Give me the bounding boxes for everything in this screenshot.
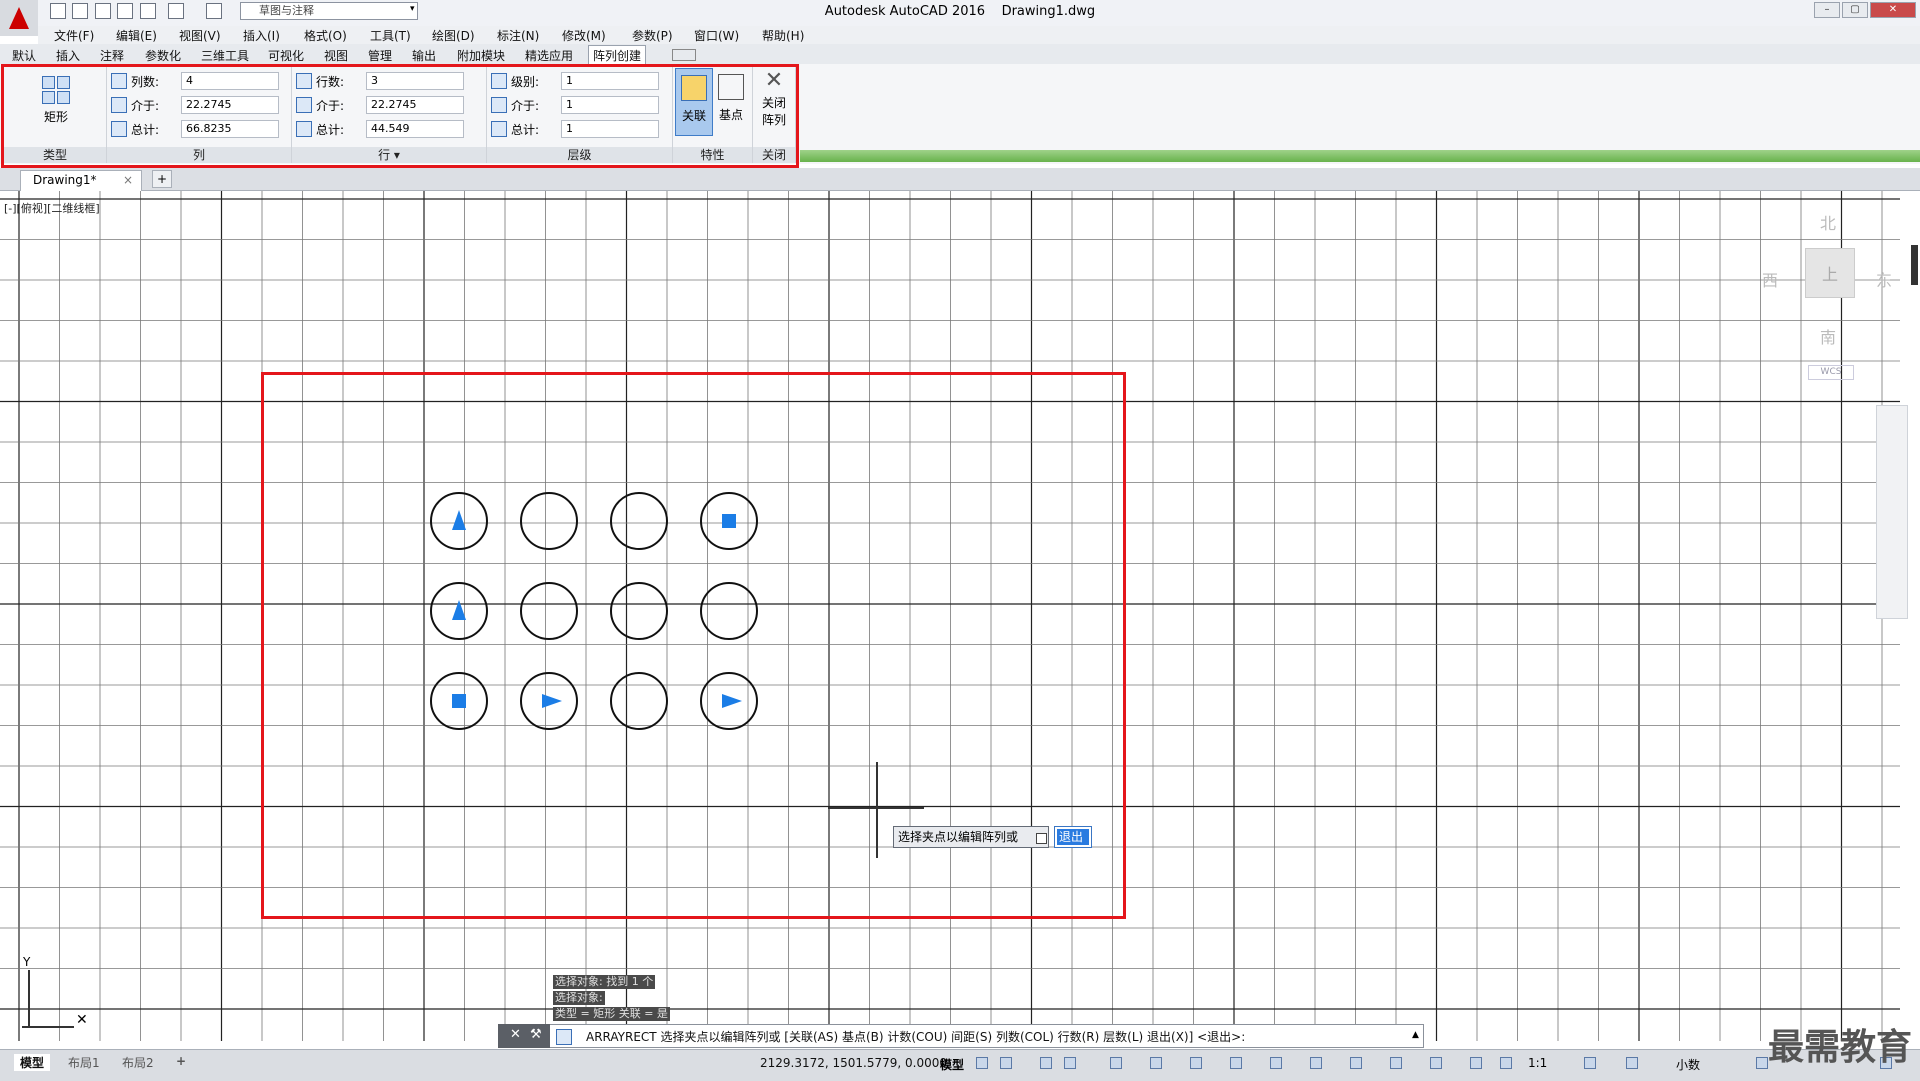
- prompt-options-dropdown-icon[interactable]: [1036, 833, 1047, 844]
- menu-help[interactable]: 帮助(H): [762, 27, 804, 44]
- menu-parametric[interactable]: 参数(P): [632, 27, 673, 44]
- annotation-monitor-icon[interactable]: [1626, 1057, 1638, 1069]
- lineweight-toggle-icon[interactable]: [1190, 1057, 1202, 1069]
- menu-bar: 文件(F) 编辑(E) 视图(V) 插入(I) 格式(O) 工具(T) 绘图(D…: [38, 26, 1920, 44]
- transparency-toggle-icon[interactable]: [1230, 1057, 1242, 1069]
- menu-insert[interactable]: 插入(I): [243, 27, 280, 44]
- wcs-menu[interactable]: WCS: [1808, 365, 1854, 380]
- tab-array-creation[interactable]: 阵列创建: [588, 45, 647, 65]
- command-history-line: 选择对象:: [553, 991, 605, 1005]
- osnap-toggle-icon[interactable]: [1110, 1057, 1122, 1069]
- tab-output[interactable]: 输出: [412, 47, 436, 64]
- tab-manage[interactable]: 管理: [368, 47, 392, 64]
- workspace-switching-icon[interactable]: [1584, 1057, 1596, 1069]
- ucs-y-axis: [28, 970, 30, 1028]
- command-line-text[interactable]: ARRAYRECT 选择夹点以编辑阵列或 [关联(AS) 基点(B) 计数(CO…: [586, 1028, 1245, 1045]
- ribbon-background-strip: [800, 150, 1920, 162]
- menu-file[interactable]: 文件(F): [54, 27, 94, 44]
- ucs-y-label: Y: [23, 955, 31, 969]
- cursor-coordinates: 2129.3172, 1501.5779, 0.0000: [760, 1056, 948, 1070]
- tab-view[interactable]: 视图: [324, 47, 348, 64]
- command-history-toggle-icon[interactable]: ▲: [1412, 1030, 1419, 1040]
- tab-addins[interactable]: 附加模块: [457, 47, 505, 64]
- close-window-button[interactable]: ✕: [1870, 2, 1916, 18]
- restore-button[interactable]: ▢: [1842, 2, 1868, 18]
- document-tab-bar: Drawing1* × +: [0, 168, 1920, 191]
- arrayrect-command-icon: [556, 1029, 572, 1045]
- menu-dimension[interactable]: 标注(N): [497, 27, 539, 44]
- annotation-visibility-icon[interactable]: [1470, 1057, 1482, 1069]
- auto-scale-icon[interactable]: [1500, 1057, 1512, 1069]
- snap-toggle-icon[interactable]: [1000, 1057, 1012, 1069]
- window-title: Autodesk AutoCAD 2016 Drawing1.dwg: [0, 4, 1920, 19]
- viewcube-east[interactable]: 东: [1876, 267, 1892, 291]
- crosshair-vertical: [876, 762, 878, 858]
- menu-edit[interactable]: 编辑(E): [116, 27, 157, 44]
- viewcube-north[interactable]: 北: [1820, 210, 1836, 234]
- minimize-button[interactable]: –: [1814, 2, 1840, 18]
- quick-properties-icon[interactable]: [1756, 1057, 1768, 1069]
- menu-window[interactable]: 窗口(W): [694, 27, 739, 44]
- layout-tab-2[interactable]: 布局2: [122, 1054, 154, 1071]
- menu-modify[interactable]: 修改(M): [562, 27, 606, 44]
- vertical-scrollbar-thumb[interactable]: [1911, 245, 1918, 285]
- viewcube-west[interactable]: 西: [1762, 267, 1778, 291]
- tab-parametric[interactable]: 参数化: [145, 47, 181, 64]
- menu-view[interactable]: 视图(V): [179, 27, 221, 44]
- document-tab-drawing1[interactable]: Drawing1* ×: [20, 170, 142, 191]
- menu-tools[interactable]: 工具(T): [370, 27, 411, 44]
- ucs-x-axis: [22, 1026, 74, 1028]
- ribbon-tab-row: 默认 插入 注释 参数化 三维工具 可视化 视图 管理 输出 附加模块 精选应用…: [0, 44, 1920, 65]
- dynamic-ucs-icon[interactable]: [1350, 1057, 1362, 1069]
- tab-3d-tools[interactable]: 三维工具: [201, 47, 249, 64]
- tab-annotate[interactable]: 注释: [100, 47, 124, 64]
- tab-insert[interactable]: 插入: [56, 47, 80, 64]
- gizmo-icon[interactable]: [1430, 1057, 1442, 1069]
- tab-featured-apps[interactable]: 精选应用: [525, 47, 573, 64]
- viewport-controls[interactable]: [-][俯视][二维线框]: [4, 200, 100, 216]
- units-display[interactable]: 小数: [1676, 1056, 1700, 1073]
- grid-toggle-icon[interactable]: [976, 1057, 988, 1069]
- ucs-x-label: ✕: [76, 1012, 88, 1028]
- app-title: Autodesk AutoCAD 2016: [824, 4, 986, 19]
- close-command-line-icon[interactable]: ✕: [510, 1027, 521, 1042]
- new-tab-button[interactable]: +: [152, 170, 172, 188]
- command-history-line: 类型 = 矩形 关联 = 是: [553, 1007, 670, 1021]
- model-space-toggle[interactable]: 模型: [940, 1056, 964, 1073]
- layout-tab-1[interactable]: 布局1: [68, 1054, 100, 1071]
- annotation-scale[interactable]: 1:1: [1528, 1056, 1547, 1070]
- selection-filter-icon[interactable]: [1390, 1057, 1402, 1069]
- navigation-bar[interactable]: [1876, 405, 1908, 619]
- tab-visualize[interactable]: 可视化: [268, 47, 304, 64]
- menu-format[interactable]: 格式(O): [304, 27, 347, 44]
- watermark: 最需教育: [1768, 1027, 1913, 1068]
- viewcube-south[interactable]: 南: [1820, 324, 1836, 348]
- viewcube-top-face[interactable]: 上: [1805, 248, 1855, 298]
- viewcube-top-label: 上: [1822, 265, 1839, 284]
- ribbon-minimize-icon[interactable]: [672, 49, 696, 61]
- ortho-toggle-icon[interactable]: [1040, 1057, 1052, 1069]
- customize-wrench-icon[interactable]: ⚒: [530, 1027, 542, 1042]
- document-tab-close-icon[interactable]: ×: [123, 173, 133, 187]
- dynamic-input-exit-option[interactable]: 退出: [1054, 826, 1092, 848]
- menu-draw[interactable]: 绘图(D): [432, 27, 475, 44]
- selection-cycling-icon[interactable]: [1270, 1057, 1282, 1069]
- command-history-line: 选择对象: 找到 1 个: [553, 975, 656, 989]
- ribbon-highlight-frame: [1, 64, 799, 168]
- document-tab-label: Drawing1*: [33, 173, 97, 187]
- command-line-controls: ✕ ⚒: [498, 1024, 550, 1048]
- file-name: Drawing1.dwg: [1001, 4, 1096, 19]
- exit-option-label: 退出: [1057, 829, 1089, 845]
- otrack-toggle-icon[interactable]: [1150, 1057, 1162, 1069]
- polar-toggle-icon[interactable]: [1064, 1057, 1076, 1069]
- dynamic-input-prompt: 选择夹点以编辑阵列或: [893, 826, 1049, 848]
- 3d-osnap-icon[interactable]: [1310, 1057, 1322, 1069]
- layout-tab-model[interactable]: 模型: [14, 1054, 51, 1071]
- add-layout-button[interactable]: +: [176, 1054, 186, 1068]
- tab-default[interactable]: 默认: [12, 47, 36, 64]
